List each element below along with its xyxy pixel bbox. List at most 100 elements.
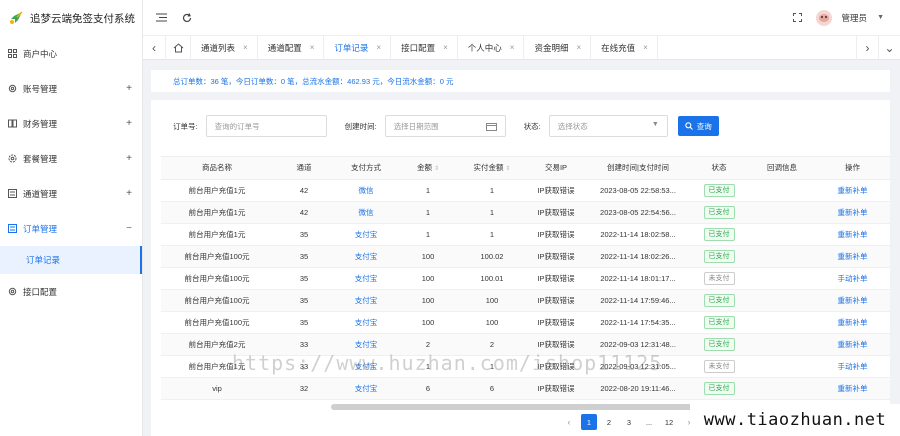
sidebar-item-label: 通道管理: [23, 188, 58, 199]
fullscreen-icon[interactable]: [790, 10, 806, 26]
date-range-input[interactable]: 选择日期范围: [384, 115, 506, 137]
cell-status: 已支付: [689, 245, 749, 268]
search-button[interactable]: 查询: [677, 116, 719, 136]
cell-status: 已支付: [689, 311, 749, 334]
cell-action: 手动补单: [815, 355, 890, 378]
tab-scroll-right-icon[interactable]: ›: [856, 35, 878, 60]
sidebar-subitem-order-records[interactable]: 订单记录: [0, 246, 142, 274]
cell-channel: 42: [273, 179, 335, 202]
sidebar-item-label: 接口配置: [23, 286, 58, 297]
page-3-button[interactable]: 3: [621, 414, 637, 430]
close-icon[interactable]: ×: [310, 43, 315, 52]
page-1-button[interactable]: 1: [581, 414, 597, 430]
close-icon[interactable]: ×: [243, 43, 248, 52]
tab-order-records[interactable]: 订单记录 ×: [324, 35, 392, 60]
tab-api-config[interactable]: 接口配置 ×: [391, 35, 458, 60]
cell-product: 前台用户充值1元: [161, 179, 273, 202]
reorder-link[interactable]: 重新补单: [838, 208, 868, 217]
sidebar-item-api-config[interactable]: 接口配置: [0, 274, 142, 309]
sidebar-item-channel[interactable]: 通道管理 +: [0, 176, 142, 211]
col-header-status: 状态: [689, 157, 749, 180]
reorder-link[interactable]: 手动补单: [838, 362, 868, 371]
horizontal-scrollbar[interactable]: [331, 404, 711, 410]
cell-status: 已支付: [689, 289, 749, 312]
tab-channel-config[interactable]: 通道配置 ×: [258, 35, 325, 60]
close-icon[interactable]: ×: [576, 43, 581, 52]
sort-icon[interactable]: ⇕: [434, 166, 439, 172]
page-2-button[interactable]: 2: [601, 414, 617, 430]
reorder-link[interactable]: 重新补单: [838, 252, 868, 261]
status-badge: 已支付: [703, 183, 735, 197]
reorder-link[interactable]: 手动补单: [838, 274, 868, 283]
cell-product: 前台用户充值100元: [161, 311, 273, 334]
cell-callback: [749, 201, 815, 224]
tab-scroll-left-icon[interactable]: ‹: [143, 36, 165, 60]
sidebar: 追梦云端免签支付系统 商户中心 账号管理 + 财务管理 + 套餐管理 + 通道管…: [0, 0, 143, 436]
tab-channel-list[interactable]: 通道列表 ×: [191, 35, 258, 60]
watermark-corner: www.tiaozhuan.net: [690, 404, 900, 436]
reorder-link[interactable]: 重新补单: [838, 296, 868, 305]
tab-dropdown-icon[interactable]: ⌄: [878, 35, 900, 60]
cell-pay-method: 支付宝: [335, 223, 397, 246]
tab-bar-right: › ⌄: [856, 35, 900, 60]
close-icon[interactable]: ×: [443, 43, 448, 52]
cell-time: 2022-11-14 17:54:35...: [587, 311, 689, 334]
order-no-input[interactable]: 查询的订单号: [205, 115, 327, 137]
sidebar-item-account[interactable]: 账号管理 +: [0, 71, 142, 106]
sidebar-item-merchant-center[interactable]: 商户中心: [0, 36, 142, 71]
cell-ip: IP获取错误: [525, 377, 587, 400]
cell-paid-amount: 1: [459, 179, 525, 202]
col-header-amount[interactable]: 金额 ⇕: [397, 157, 459, 180]
prev-page-button[interactable]: ‹: [561, 414, 577, 430]
cell-channel: 35: [273, 245, 335, 268]
page-12-button[interactable]: 12: [661, 414, 677, 430]
cell-pay-method: 微信: [335, 179, 397, 202]
close-icon[interactable]: ×: [643, 43, 648, 52]
cell-amount: 100: [397, 267, 459, 290]
refresh-icon[interactable]: [179, 10, 195, 26]
table-row: 前台用户充值1元 42 微信 1 1 IP获取错误 2023-08-05 22:58:53.…: [161, 179, 890, 202]
logo[interactable]: 追梦云端免签支付系统: [0, 0, 142, 36]
tab-funds-detail[interactable]: 资金明细 ×: [524, 35, 592, 60]
user-name[interactable]: 管理员: [842, 12, 868, 24]
tab-profile[interactable]: 个人中心 ×: [458, 35, 525, 60]
chevron-down-icon[interactable]: ▼: [877, 14, 884, 21]
cell-time: 2022-11-14 17:59:46...: [587, 289, 689, 312]
reorder-link[interactable]: 重新补单: [838, 318, 868, 327]
col-header-actions: 操作: [815, 157, 890, 180]
summary-text: 总订单数：36 笔，今日订单数：0 笔，总流水金额：462.93 元，今日流水金…: [173, 76, 454, 86]
cell-channel: 33: [273, 333, 335, 356]
close-icon[interactable]: ×: [510, 43, 515, 52]
col-header-paid-amount[interactable]: 实付金额 ⇕: [459, 157, 525, 180]
sidebar-item-finance[interactable]: 财务管理 +: [0, 106, 142, 141]
tab-label: 通道列表: [201, 42, 236, 53]
order-no-placeholder: 查询的订单号: [214, 121, 260, 131]
cell-pay-method: 支付宝: [335, 311, 397, 334]
tab-online-recharge[interactable]: 在线充值 ×: [591, 35, 658, 60]
table-row: 前台用户充值100元 35 支付宝 100 100 IP获取错误 2022-11-14 17…: [161, 289, 890, 312]
cell-channel: 42: [273, 201, 335, 224]
reorder-link[interactable]: 重新补单: [838, 384, 868, 393]
menu-toggle-icon[interactable]: [153, 10, 169, 26]
reorder-link[interactable]: 重新补单: [838, 186, 868, 195]
expand-icon: +: [126, 118, 132, 129]
reorder-link[interactable]: 重新补单: [838, 230, 868, 239]
col-header-ip: 交易IP: [525, 157, 587, 180]
cell-ip: IP获取错误: [525, 289, 587, 312]
sidebar-item-order[interactable]: 订单管理 −: [0, 211, 142, 246]
sort-icon[interactable]: ⇕: [505, 166, 510, 172]
home-icon[interactable]: [165, 35, 191, 60]
chevron-down-icon: ▼: [651, 121, 659, 128]
sidebar-item-label: 商户中心: [23, 48, 58, 59]
reorder-link[interactable]: 重新补单: [838, 340, 868, 349]
cell-ip: IP获取错误: [525, 179, 587, 202]
sidebar-item-package[interactable]: 套餐管理 +: [0, 141, 142, 176]
pay-method-label: 支付宝: [354, 229, 378, 239]
status-select[interactable]: 选择状态 ▼: [548, 115, 668, 137]
col-header-product: 商品名称: [161, 157, 273, 180]
avatar[interactable]: [815, 9, 832, 26]
status-placeholder: 选择状态: [557, 121, 588, 131]
cell-amount: 2: [397, 333, 459, 356]
cell-action: 手动补单: [815, 267, 890, 290]
close-icon[interactable]: ×: [376, 43, 381, 52]
